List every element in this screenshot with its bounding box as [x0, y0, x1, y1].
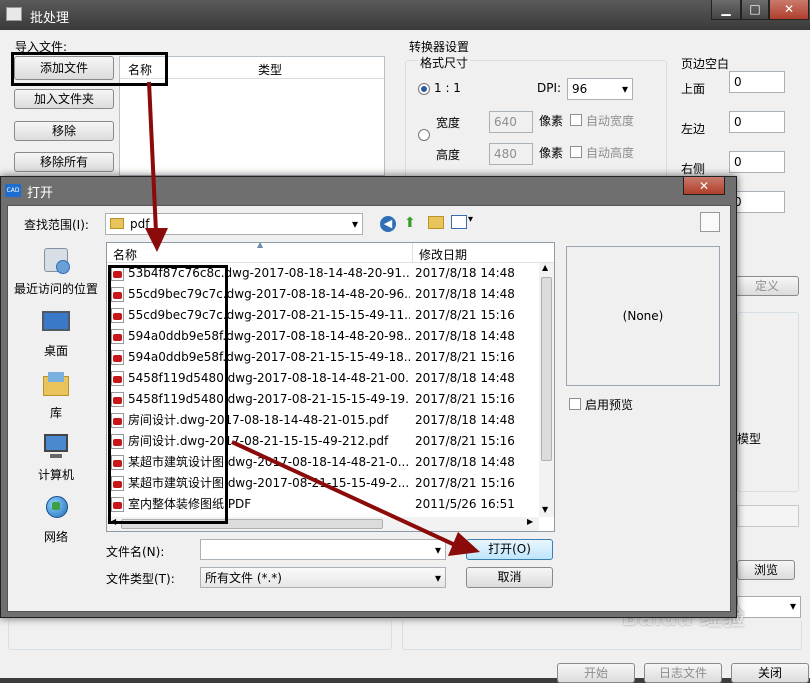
arrow-down-line: [147, 81, 158, 233]
arrow-down-head: [145, 228, 168, 252]
annotation-arrows: [145, 81, 480, 556]
arrow-right-line: [231, 440, 456, 547]
